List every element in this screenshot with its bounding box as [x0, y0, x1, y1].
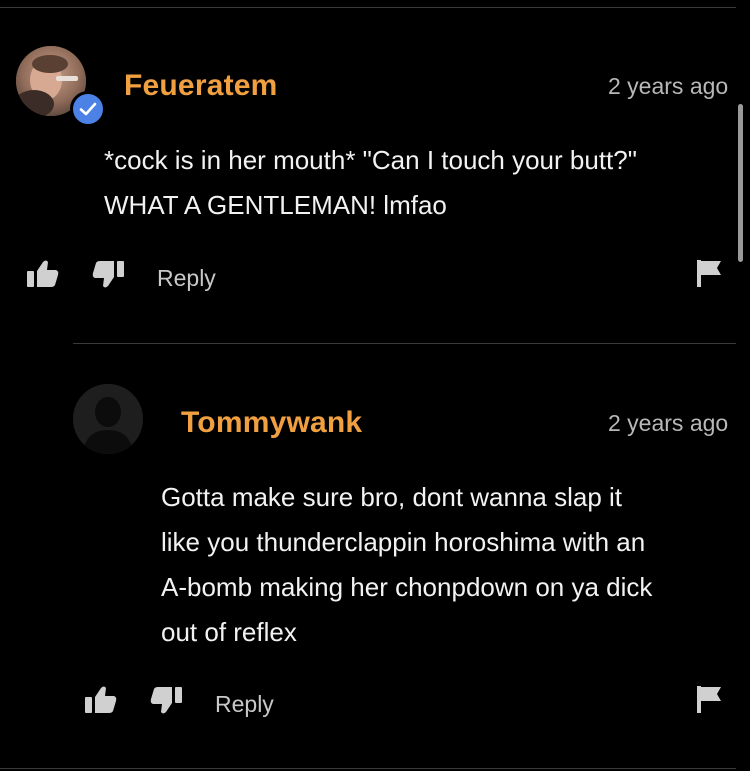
comment-line: A-bomb making her chonpdown on ya dick [161, 572, 653, 602]
checkmark-icon [79, 102, 97, 116]
scrollbar[interactable] [738, 104, 743, 262]
flag-button[interactable] [695, 258, 723, 288]
comment-line: WHAT A GENTLEMAN! lmfao [104, 190, 447, 220]
thumbs-up-icon [85, 686, 117, 713]
comment-line: Gotta make sure bro, dont wanna slap it [161, 482, 623, 512]
comment-body: Gotta make sure bro, dont wanna slap it … [161, 475, 652, 655]
flag-icon [697, 260, 721, 287]
thumbs-down-icon [150, 687, 182, 714]
default-user-avatar-icon [73, 384, 143, 454]
reply-divider [73, 343, 736, 344]
thumbs-up-icon [27, 260, 59, 287]
flag-icon [697, 686, 721, 713]
comment-body: *cock is in her mouth* "Can I touch your… [104, 138, 637, 228]
dislike-button[interactable] [91, 259, 125, 289]
user-avatar[interactable] [73, 384, 143, 454]
like-button[interactable] [26, 259, 60, 289]
flag-button[interactable] [695, 684, 723, 714]
comment-line: *cock is in her mouth* "Can I touch your… [104, 145, 637, 175]
comment-line: out of reflex [161, 617, 297, 647]
dislike-button[interactable] [149, 685, 183, 715]
top-divider [0, 7, 736, 8]
bottom-divider [0, 768, 736, 769]
username[interactable]: Tommywank [181, 406, 362, 440]
verified-badge [70, 91, 106, 127]
reply-button[interactable]: Reply [215, 691, 274, 718]
comment-timestamp: 2 years ago [608, 410, 729, 436]
comment-line: like you thunderclappin horoshima with a… [161, 527, 646, 557]
username[interactable]: Feueratem [124, 69, 278, 103]
reply-button[interactable]: Reply [157, 265, 216, 292]
thumbs-down-icon [92, 261, 124, 288]
comment-timestamp: 2 years ago [608, 73, 729, 99]
like-button[interactable] [84, 685, 118, 715]
comments-page: Feueratem 2 years ago *cock is in her mo… [0, 0, 750, 771]
